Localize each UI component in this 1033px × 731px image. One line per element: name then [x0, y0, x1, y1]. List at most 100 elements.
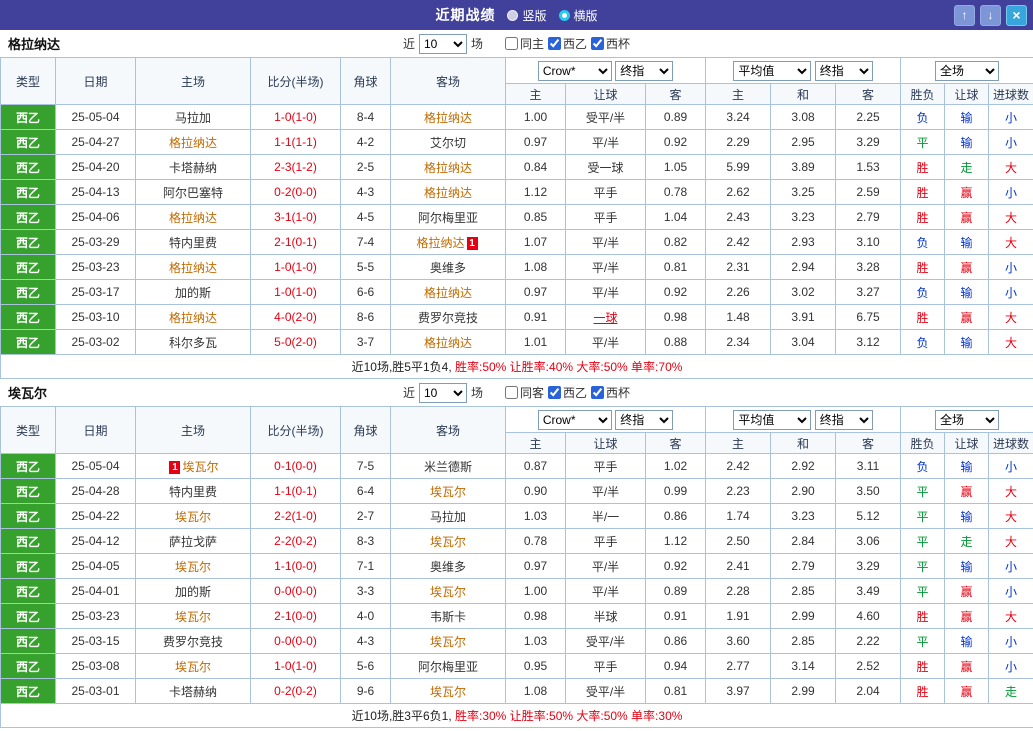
match-date-cell: 25-04-05 [55, 553, 136, 579]
home-team-cell: 萨拉戈萨 [135, 528, 251, 554]
same-away-checkbox-label[interactable]: 同客 [504, 384, 544, 401]
near-label: 近 [402, 386, 415, 400]
euro-home-odds-cell: 1.74 [705, 503, 772, 529]
away-team-name: 韦斯卡 [429, 609, 466, 624]
same-home-checkbox[interactable] [504, 37, 518, 50]
team-name: 格拉纳达 [8, 37, 61, 52]
league-checkbox-label[interactable]: 西乙 [548, 384, 587, 401]
result-handicap-cell: 输 [944, 279, 990, 305]
home-team-cell: 马拉加 [135, 104, 251, 130]
asia-stage-select[interactable]: 终指 [615, 409, 674, 430]
result-wdl-cell: 平 [900, 553, 946, 579]
asia-home-odds-cell: 0.97 [505, 553, 566, 579]
cup-checkbox-label[interactable]: 西杯 [591, 384, 630, 401]
col-header-date: 日期 [55, 57, 136, 105]
recent-count-select[interactable]: 10 [418, 33, 467, 54]
league-checkbox-label[interactable]: 西乙 [548, 35, 587, 52]
home-team-cell: 格拉纳达 [135, 129, 251, 155]
same-away-checkbox[interactable] [504, 386, 518, 399]
home-team: 阿尔巴塞特 [163, 186, 223, 200]
match-date-cell: 25-03-29 [55, 229, 136, 255]
subcol-result-goals: 进球数 [988, 83, 1033, 105]
subcol-euro-home: 主 [705, 432, 772, 454]
result-scope-select[interactable]: 全场 [935, 409, 1000, 430]
score-cell: 0-1(0-0) [250, 453, 341, 479]
asia-home-odds-cell: 1.08 [505, 678, 566, 704]
cup-checkbox[interactable] [591, 386, 605, 399]
corners-cell: 6-4 [340, 478, 391, 504]
col-header-away: 客场 [390, 406, 506, 454]
layout-horizontal-radio[interactable]: 横版 [558, 7, 598, 24]
asia-handicap-cell: 半/一 [565, 503, 646, 529]
asia-stage-select[interactable]: 终指 [615, 60, 674, 81]
euro-home-odds-cell: 5.99 [705, 154, 772, 180]
match-type-cell: 西乙 [0, 229, 56, 255]
subcol-result-handicap: 让球 [944, 83, 990, 105]
match-date-cell: 25-05-04 [55, 453, 136, 479]
away-team: 阿尔梅里亚 [418, 660, 478, 674]
euro-draw-odds-cell: 2.92 [770, 453, 837, 479]
asia-book-select[interactable]: Crow* [537, 60, 612, 81]
euro-home-odds-cell: 2.23 [705, 478, 772, 504]
match-type-cell: 西乙 [0, 179, 56, 205]
recent-count-select[interactable]: 10 [418, 382, 467, 403]
result-goals-cell: 走 [988, 678, 1033, 704]
away-team-cell: 艾尔切 [390, 129, 506, 155]
match-type-cell: 西乙 [0, 603, 56, 629]
match-type-cell: 西乙 [0, 678, 56, 704]
match-date-cell: 25-03-10 [55, 304, 136, 330]
arrow-down-icon: ↓ [987, 8, 994, 22]
away-team-name: 马拉加 [429, 509, 466, 524]
league-checkbox[interactable] [548, 386, 561, 399]
close-button[interactable]: × [1006, 4, 1027, 26]
asia-handicap-cell: 平手 [565, 204, 646, 230]
col-header-home: 主场 [135, 57, 251, 105]
asia-handicap-cell: 平/半 [565, 553, 646, 579]
away-team-name: 埃瓦尔 [429, 484, 466, 499]
corners-cell: 5-5 [340, 254, 391, 280]
away-team-name: 奥维多 [429, 260, 466, 275]
away-team: 埃瓦尔 [430, 635, 466, 649]
window-title: 近期战绩 [435, 7, 496, 23]
asia-handicap-cell: 平/半 [565, 254, 646, 280]
layout-vertical-label: 竖版 [522, 8, 547, 23]
away-team-cell: 米兰德斯 [390, 453, 506, 479]
match-row: 西乙 25-03-02 科尔多瓦 5-0(2-0) 3-7 格拉纳达 1.01 平/半 0.88… [0, 329, 1033, 355]
corners-cell: 6-6 [340, 279, 391, 305]
euro-book-select[interactable]: 平均值 [733, 60, 812, 81]
away-team-cell: 埃瓦尔 [390, 528, 506, 554]
move-up-button[interactable]: ↑ [954, 4, 975, 26]
col-header-date: 日期 [55, 406, 136, 454]
match-type-cell: 西乙 [0, 453, 56, 479]
result-scope-select[interactable]: 全场 [935, 60, 1000, 81]
away-team: 埃瓦尔 [430, 535, 466, 549]
euro-draw-odds-cell: 2.93 [770, 229, 837, 255]
corners-cell: 4-0 [340, 603, 391, 629]
asia-handicap-cell: 平手 [565, 653, 646, 679]
col-header-type: 类型 [0, 57, 56, 105]
home-team-name: 格拉纳达 [168, 310, 217, 325]
euro-away-odds-cell: 2.04 [835, 678, 902, 704]
euro-stage-select[interactable]: 终指 [814, 60, 873, 81]
euro-stage-select[interactable]: 终指 [814, 409, 873, 430]
home-team-cell: 特内里费 [135, 478, 251, 504]
layout-vertical-radio[interactable]: 竖版 [507, 7, 547, 24]
same-home-checkbox-label[interactable]: 同主 [504, 35, 544, 52]
move-down-button[interactable]: ↓ [980, 4, 1001, 26]
result-goals-cell: 大 [988, 329, 1033, 355]
asia-home-odds-cell: 1.12 [505, 179, 566, 205]
summary-row: 近10场,胜5平1负4, 胜率:50% 让胜率:40% 大率:50% 单率:70… [0, 354, 1033, 379]
match-date-cell: 25-05-04 [55, 104, 136, 130]
league-checkbox[interactable] [548, 37, 561, 50]
away-team-name: 艾尔切 [429, 135, 466, 150]
asia-book-select[interactable]: Crow* [537, 409, 612, 430]
cup-checkbox[interactable] [591, 37, 605, 50]
asia-away-odds-cell: 0.91 [644, 603, 707, 629]
result-wdl-cell: 胜 [900, 154, 946, 180]
home-team-name: 卡塔赫纳 [168, 684, 217, 699]
subcol-result-handicap: 让球 [944, 432, 990, 454]
home-team-name: 特内里费 [168, 484, 217, 499]
euro-book-select[interactable]: 平均值 [733, 409, 812, 430]
asia-away-odds-cell: 0.81 [644, 678, 707, 704]
cup-checkbox-label[interactable]: 西杯 [591, 35, 630, 52]
